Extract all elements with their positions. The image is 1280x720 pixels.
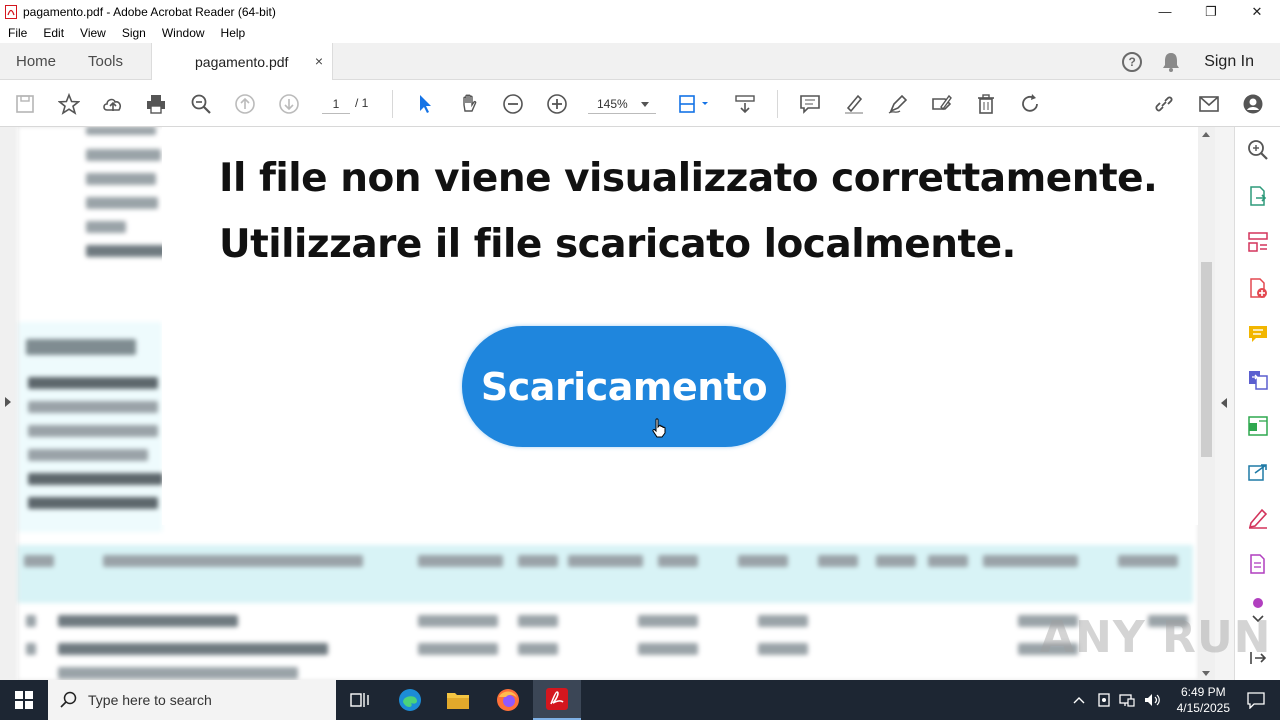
rotate-icon[interactable]: [1018, 92, 1042, 116]
clock-time: 6:49 PM: [1180, 685, 1226, 699]
tab-bar: Home Tools pagamento.pdf × ? Sign In: [0, 43, 1280, 81]
bookmark-star-icon[interactable]: [57, 92, 81, 116]
network-icon[interactable]: [1118, 692, 1135, 708]
pdf-message-image: Il file non viene visualizzato correttam…: [162, 127, 1198, 525]
draw-pen-icon[interactable]: [886, 92, 910, 116]
left-panel-toggle[interactable]: [0, 127, 18, 680]
fill-sign-icon[interactable]: [930, 92, 954, 116]
tab-document-label: pagamento.pdf: [195, 54, 289, 70]
account-icon[interactable]: [1241, 92, 1265, 116]
scroll-down-arrow-icon[interactable]: [1202, 671, 1210, 676]
scrollbar-thumb[interactable]: [1201, 262, 1212, 457]
hand-pointer-cursor-icon: [652, 418, 666, 438]
menu-view[interactable]: View: [72, 26, 114, 40]
previous-page-icon[interactable]: [233, 92, 257, 116]
chevron-up-icon[interactable]: [1073, 695, 1085, 705]
select-cursor-icon[interactable]: [413, 92, 437, 116]
right-panel-toggle[interactable]: [1215, 127, 1234, 680]
save-icon[interactable]: [13, 92, 37, 116]
more-tools-icon[interactable]: [1247, 597, 1269, 609]
close-tab-icon[interactable]: ×: [315, 53, 323, 69]
tab-tools[interactable]: Tools: [88, 43, 123, 80]
zoom-out-search-icon[interactable]: [189, 92, 213, 116]
menu-window[interactable]: Window: [154, 26, 213, 40]
edit-pdf-icon[interactable]: [1247, 415, 1269, 437]
comment-icon[interactable]: [798, 92, 822, 116]
close-window-button[interactable]: ✕: [1234, 0, 1280, 23]
menu-help[interactable]: Help: [213, 26, 254, 40]
email-icon[interactable]: [1197, 92, 1221, 116]
anyrun-watermark: ANY RUN: [1040, 612, 1272, 663]
file-explorer-icon[interactable]: [434, 680, 482, 720]
sign-in-link[interactable]: Sign In: [1204, 53, 1254, 71]
hand-tool-icon[interactable]: [457, 92, 481, 116]
search-placeholder: Type here to search: [88, 692, 212, 708]
main-toolbar: 1 / 1 145%: [0, 80, 1280, 127]
scroll-mode-icon[interactable]: [733, 92, 757, 116]
document-viewer[interactable]: Il file non viene visualizzato correttam…: [0, 127, 1234, 680]
menu-sign[interactable]: Sign: [114, 26, 154, 40]
expand-left-arrow-icon: [5, 397, 11, 407]
comment-panel-icon[interactable]: [1247, 323, 1269, 345]
zoom-level-select[interactable]: 145%: [588, 94, 656, 114]
tab-home[interactable]: Home: [16, 43, 56, 80]
windows-taskbar: Type here to search 6:49 PM 4/15/2025: [0, 680, 1280, 720]
task-view-icon[interactable]: [336, 680, 384, 720]
combine-files-icon[interactable]: [1247, 369, 1269, 391]
chevron-down-icon: [641, 102, 649, 107]
upload-cloud-icon[interactable]: [101, 92, 125, 116]
notifications-bell-icon[interactable]: [1162, 52, 1180, 72]
volume-icon[interactable]: [1143, 692, 1161, 708]
scan-document-icon[interactable]: [1247, 553, 1269, 575]
fit-page-icon[interactable]: [677, 92, 711, 116]
fill-and-sign-icon[interactable]: [1247, 507, 1269, 529]
edge-browser-icon[interactable]: [386, 680, 434, 720]
title-bar: pagamento.pdf - Adobe Acrobat Reader (64…: [0, 0, 1280, 23]
firefox-icon[interactable]: [484, 680, 532, 720]
system-tray: 6:49 PM 4/15/2025: [1073, 680, 1280, 720]
search-icon: [60, 691, 77, 708]
zoom-out-icon[interactable]: [501, 92, 525, 116]
highlight-pen-icon[interactable]: [842, 92, 866, 116]
scroll-up-arrow-icon[interactable]: [1202, 132, 1210, 137]
notification-center-icon[interactable]: [1246, 691, 1266, 709]
taskbar-clock[interactable]: 6:49 PM 4/15/2025: [1177, 684, 1230, 716]
tab-document[interactable]: pagamento.pdf ×: [151, 43, 333, 81]
share-link-icon[interactable]: [1152, 92, 1176, 116]
search-zoom-icon[interactable]: [1247, 139, 1269, 161]
clock-date: 4/15/2025: [1176, 701, 1230, 715]
device-icon[interactable]: [1097, 692, 1111, 708]
export-pdf-icon[interactable]: [1247, 185, 1269, 207]
vertical-scrollbar[interactable]: [1198, 127, 1215, 680]
toolbar-divider: [777, 90, 778, 118]
windows-logo-icon: [15, 691, 33, 709]
taskbar-search-box[interactable]: Type here to search: [48, 680, 336, 720]
toolbar-divider: [392, 90, 393, 118]
create-pdf-icon[interactable]: [1247, 277, 1269, 299]
start-button[interactable]: [0, 680, 48, 720]
pdf-app-icon: [5, 4, 17, 19]
error-message-line-2: Utilizzare il file scaricato localmente.: [219, 222, 1016, 267]
next-page-icon[interactable]: [277, 92, 301, 116]
menu-edit[interactable]: Edit: [35, 26, 72, 40]
page-number-input[interactable]: 1: [322, 94, 350, 114]
minimize-button[interactable]: —: [1142, 0, 1188, 23]
download-button[interactable]: Scaricamento: [462, 326, 786, 447]
menu-bar: File Edit View Sign Window Help: [0, 23, 1280, 43]
delete-trash-icon[interactable]: [974, 92, 998, 116]
organize-pages-icon[interactable]: [1247, 231, 1269, 253]
print-icon[interactable]: [144, 92, 168, 116]
window-title: pagamento.pdf - Adobe Acrobat Reader (64…: [23, 4, 276, 19]
page-total: / 1: [355, 96, 369, 110]
right-tools-panel: [1234, 127, 1280, 680]
send-for-review-icon[interactable]: [1247, 461, 1269, 483]
collapse-right-arrow-icon: [1221, 398, 1227, 408]
zoom-in-icon[interactable]: [545, 92, 569, 116]
maximize-button[interactable]: ❐: [1188, 0, 1234, 23]
zoom-level-value: 145%: [597, 97, 628, 111]
help-icon[interactable]: ?: [1122, 51, 1143, 72]
acrobat-reader-taskbar-icon[interactable]: [533, 680, 581, 720]
menu-file[interactable]: File: [0, 26, 35, 40]
error-message-line-1: Il file non viene visualizzato correttam…: [219, 156, 1158, 201]
